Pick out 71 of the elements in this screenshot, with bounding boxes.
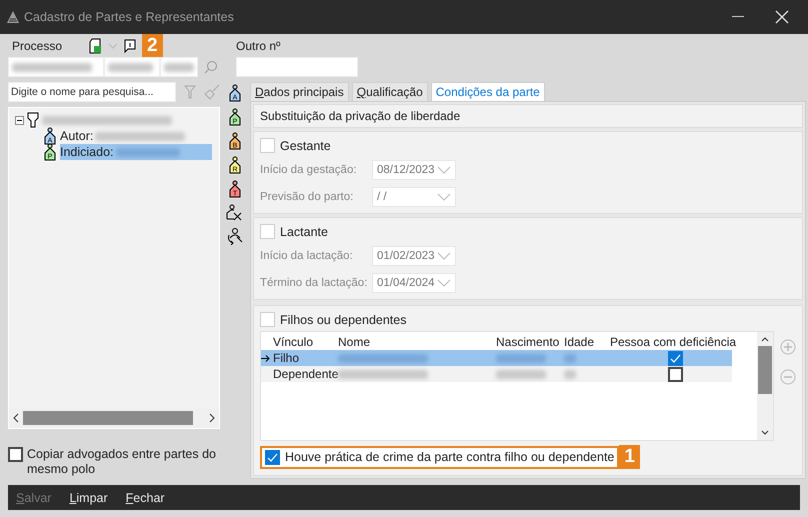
scroll-right-icon[interactable] xyxy=(209,413,215,423)
column-header: Idade xyxy=(564,335,596,349)
checkbox[interactable] xyxy=(8,447,23,462)
processo-label: Processo xyxy=(12,39,62,53)
chevron-down-icon[interactable] xyxy=(437,166,451,174)
checkbox[interactable] xyxy=(265,450,280,464)
table-cell-text: Filho xyxy=(273,351,300,365)
date-field[interactable]: 01/04/2024 xyxy=(372,273,456,293)
document-icon xyxy=(27,112,39,128)
date-field[interactable]: 08/12/2023 xyxy=(372,160,456,180)
footer-button[interactable]: Limpar xyxy=(69,490,108,504)
field-label: Término da lactação: xyxy=(260,277,368,289)
table-cell: Dependente xyxy=(273,367,338,381)
blurred-text xyxy=(564,370,576,378)
field-label: Início da lactação: xyxy=(260,250,354,262)
search-icon[interactable] xyxy=(204,60,218,74)
app-logo-icon xyxy=(6,10,20,24)
minimize-icon xyxy=(732,16,744,18)
outro-label: Outro nº xyxy=(236,39,280,53)
tree-item[interactable]: Autor: xyxy=(60,129,94,143)
info-icon[interactable] xyxy=(124,39,136,53)
scrollbar-thumb[interactable] xyxy=(23,411,193,425)
scrollbar-thumb[interactable] xyxy=(758,346,772,394)
window-title: Cadastro de Partes e Representantes xyxy=(24,10,235,24)
checkbox-label: Gestante xyxy=(280,138,331,152)
checkbox[interactable] xyxy=(668,350,683,366)
scroll-left-icon[interactable] xyxy=(13,413,19,423)
document-icon[interactable] xyxy=(88,38,102,54)
checkbox-label: Lactante xyxy=(280,224,328,238)
blurred-text xyxy=(116,148,180,156)
blurred-text xyxy=(108,62,153,72)
date-field[interactable]: / / xyxy=(372,187,456,207)
tab[interactable]: Dados principais xyxy=(250,82,349,101)
callout-marker: 2 xyxy=(142,34,163,58)
checkbox[interactable] xyxy=(668,366,683,382)
callout-marker: 1 xyxy=(619,445,640,469)
field-label: Previsão do parto: xyxy=(260,191,354,203)
column-header: Nome xyxy=(338,335,372,349)
chevron-down-icon[interactable] xyxy=(437,279,451,287)
remove-person-icon[interactable] xyxy=(226,204,244,221)
blurred-text xyxy=(164,62,194,72)
filter-icon[interactable] xyxy=(184,85,196,99)
broom-icon[interactable] xyxy=(204,84,220,100)
checkbox-label: Houve prática de crime da parte contra filho ou dependente xyxy=(285,450,614,464)
swap-person-icon[interactable] xyxy=(226,227,244,245)
row-pointer-icon xyxy=(261,354,270,362)
tab[interactable]: Condições da parte xyxy=(430,82,545,101)
add-icon[interactable] xyxy=(780,339,796,355)
section-title: Substituição da privação de liberdade xyxy=(253,104,803,128)
blurred-text xyxy=(496,370,546,378)
tab[interactable]: Qualificação xyxy=(352,82,428,101)
chevron-down-icon[interactable] xyxy=(437,193,451,201)
process-field[interactable] xyxy=(8,57,104,77)
chevron-down-icon[interactable] xyxy=(437,252,451,260)
collapse-icon[interactable] xyxy=(15,116,24,124)
footer-button[interactable]: Fechar xyxy=(126,490,165,504)
field-label: Início da gestação: xyxy=(260,164,358,176)
date-field[interactable]: 01/02/2023 xyxy=(372,246,456,266)
close-icon xyxy=(775,10,789,24)
column-header: Vínculo xyxy=(273,335,314,349)
outro-field[interactable] xyxy=(236,57,358,77)
blurred-text xyxy=(496,354,546,362)
process-field[interactable] xyxy=(104,57,160,77)
checkbox-label: Filhos ou dependentes xyxy=(280,312,406,326)
chevron-down-icon[interactable] xyxy=(108,43,118,49)
search-field[interactable]: Digite o nome para pesquisa... xyxy=(8,82,176,102)
blurred-text xyxy=(564,354,576,362)
column-header: Nascimento xyxy=(496,335,560,349)
remove-icon[interactable] xyxy=(780,369,796,385)
checkbox-label: Copiar advogados entre partes do mesmo polo xyxy=(27,447,218,477)
process-field[interactable] xyxy=(160,57,198,77)
